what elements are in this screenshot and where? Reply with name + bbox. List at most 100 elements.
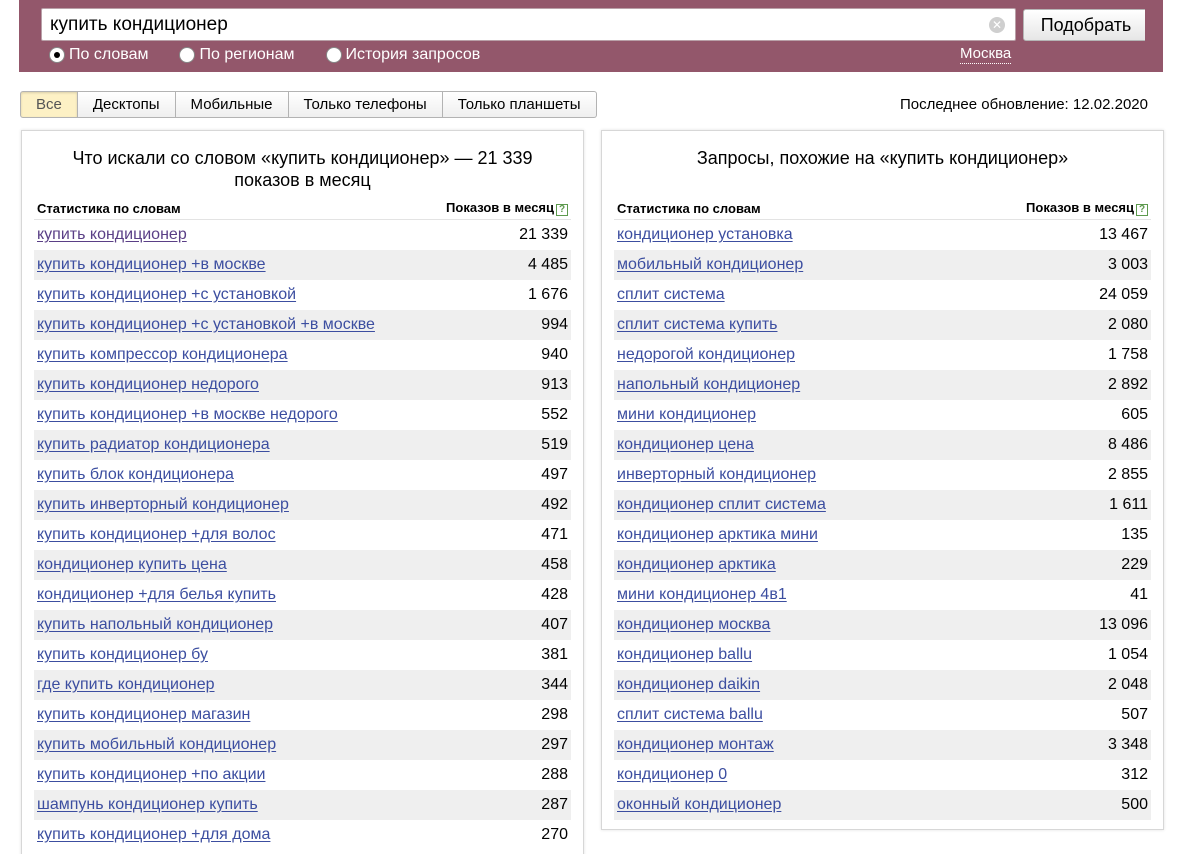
radio-icon[interactable]	[179, 47, 196, 63]
phrase-link[interactable]: недорогой кондиционер	[617, 346, 795, 364]
phrase-link[interactable]: купить кондиционер +с установкой +в моск…	[37, 316, 375, 334]
impressions-count: 492	[541, 496, 568, 513]
impressions-count: 994	[541, 316, 568, 333]
table-row: сплит система купить 2 080	[614, 310, 1151, 340]
phrase-link[interactable]: мини кондиционер 4в1	[617, 586, 787, 604]
phrase-link[interactable]: кондиционер сплит система	[617, 496, 826, 514]
table-row: купить кондиционер магазин 298	[34, 700, 571, 730]
phrase-link[interactable]: купить кондиционер +по акции	[37, 766, 265, 784]
impressions-count: 381	[541, 646, 568, 663]
table-row: кондиционер daikin 2 048	[614, 670, 1151, 700]
impressions-count: 407	[541, 616, 568, 633]
phrase-link[interactable]: купить напольный кондиционер	[37, 616, 273, 634]
phrase-link[interactable]: кондиционер купить цена	[37, 556, 227, 574]
phrase-link[interactable]: кондиционер ballu	[617, 646, 752, 664]
phrase-link[interactable]: купить кондиционер +с установкой	[37, 286, 296, 304]
mode-history[interactable]: История запросов	[325, 46, 480, 64]
impressions-count: 24 059	[1099, 286, 1148, 303]
help-icon[interactable]: ?	[1136, 204, 1148, 216]
search-input[interactable]	[41, 8, 1016, 41]
phrase-link[interactable]: сплит система ballu	[617, 706, 763, 724]
table-row: напольный кондиционер 2 892	[614, 370, 1151, 400]
phrase-link[interactable]: купить радиатор кондиционера	[37, 436, 270, 454]
right-panel: Запросы, похожие на «купить кондиционер»…	[601, 130, 1164, 830]
phrase-link[interactable]: шампунь кондиционер купить	[37, 796, 258, 814]
mode-by-regions[interactable]: По регионам	[179, 46, 295, 64]
phrase-link[interactable]: инверторный кондиционер	[617, 466, 816, 484]
phrase-link[interactable]: купить компрессор кондиционера	[37, 346, 288, 364]
column-headers: Статистика по словам Показов в месяц?	[614, 199, 1151, 220]
radio-icon[interactable]	[325, 47, 342, 63]
tab-desktops[interactable]: Десктопы	[77, 91, 176, 118]
impressions-count: 507	[1121, 706, 1148, 723]
phrase-link[interactable]: купить кондиционер +для волос	[37, 526, 276, 544]
mode-by-words[interactable]: По словам	[49, 46, 148, 64]
impressions-count: 13 096	[1099, 616, 1148, 633]
impressions-count: 1 054	[1107, 646, 1148, 663]
table-row: кондиционер ballu 1 054	[614, 640, 1151, 670]
impressions-count: 497	[541, 466, 568, 483]
table-row: купить кондиционер недорого 913	[34, 370, 571, 400]
impressions-count: 605	[1121, 406, 1148, 423]
table-row: шампунь кондиционер купить 287	[34, 790, 571, 820]
phrase-link[interactable]: сплит система купить	[617, 316, 777, 334]
table-row: кондиционер цена 8 486	[614, 430, 1151, 460]
impressions-count: 41	[1130, 586, 1148, 603]
phrase-link[interactable]: купить кондиционер недорого	[37, 376, 259, 394]
impressions-count: 288	[541, 766, 568, 783]
phrase-link[interactable]: купить кондиционер магазин	[37, 706, 250, 724]
radio-checked-icon[interactable]	[49, 47, 65, 63]
phrase-link[interactable]: кондиционер daikin	[617, 676, 760, 694]
phrase-link[interactable]: кондиционер установка	[617, 226, 793, 244]
table-row: купить кондиционер бу 381	[34, 640, 571, 670]
tab-all[interactable]: Все	[20, 91, 78, 118]
phrase-link[interactable]: мини кондиционер	[617, 406, 756, 424]
col-words-header: Статистика по словам	[617, 201, 761, 216]
table-row: кондиционер купить цена 458	[34, 550, 571, 580]
col-words-header: Статистика по словам	[37, 201, 181, 216]
phrase-link[interactable]: кондиционер цена	[617, 436, 754, 454]
table-row: купить инверторный кондиционер 492	[34, 490, 571, 520]
table-row: кондиционер арктика 229	[614, 550, 1151, 580]
last-update-label: Последнее обновление: 12.02.2020	[900, 96, 1148, 113]
phrase-link[interactable]: купить кондиционер бу	[37, 646, 208, 664]
phrase-link[interactable]: оконный кондиционер	[617, 796, 781, 814]
help-icon[interactable]: ?	[556, 204, 568, 216]
phrase-link[interactable]: купить кондиционер +в москве недорого	[37, 406, 338, 424]
search-mode-group: По словам По регионам История запросов	[49, 45, 511, 65]
tab-tablets-only[interactable]: Только планшеты	[442, 91, 597, 118]
phrase-link[interactable]: купить инверторный кондиционер	[37, 496, 289, 514]
phrase-link[interactable]: кондиционер арктика мини	[617, 526, 818, 544]
phrase-link[interactable]: мобильный кондиционер	[617, 256, 803, 274]
phrase-link[interactable]: кондиционер 0	[617, 766, 727, 784]
impressions-count: 458	[541, 556, 568, 573]
phrase-link[interactable]: кондиционер +для белья купить	[37, 586, 276, 604]
phrase-link[interactable]: сплит система	[617, 286, 725, 304]
phrase-link[interactable]: кондиционер монтаж	[617, 736, 774, 754]
table-row: инверторный кондиционер 2 855	[614, 460, 1151, 490]
impressions-count: 287	[541, 796, 568, 813]
phrase-link[interactable]: купить кондиционер +для дома	[37, 826, 270, 844]
table-row: кондиционер москва 13 096	[614, 610, 1151, 640]
table-row: купить кондиционер +с установкой 1 676	[34, 280, 571, 310]
table-row: кондиционер монтаж 3 348	[614, 730, 1151, 760]
phrase-link[interactable]: где купить кондиционер	[37, 676, 215, 694]
left-rows: купить кондиционер 21 339 купить кондицион…	[34, 220, 571, 850]
phrase-link[interactable]: купить кондиционер +в москве	[37, 256, 266, 274]
region-link[interactable]: Москва	[960, 45, 1012, 64]
submit-button[interactable]: Подобрать	[1023, 9, 1149, 41]
tab-phones-only[interactable]: Только телефоны	[288, 91, 443, 118]
table-row: купить мобильный кондиционер 297	[34, 730, 571, 760]
impressions-count: 940	[541, 346, 568, 363]
phrase-link[interactable]: кондиционер арктика	[617, 556, 776, 574]
phrase-link[interactable]: напольный кондиционер	[617, 376, 800, 394]
table-row: кондиционер сплит система 1 611	[614, 490, 1151, 520]
tab-mobile[interactable]: Мобильные	[175, 91, 289, 118]
phrase-link[interactable]: купить мобильный кондиционер	[37, 736, 276, 754]
phrase-link[interactable]: кондиционер москва	[617, 616, 770, 634]
phrase-link[interactable]: купить блок кондиционера	[37, 466, 234, 484]
impressions-count: 1 611	[1109, 496, 1148, 513]
phrase-link[interactable]: купить кондиционер	[37, 226, 187, 244]
clear-icon[interactable]: ✕	[989, 17, 1005, 33]
search-band-arrow	[1145, 0, 1163, 72]
